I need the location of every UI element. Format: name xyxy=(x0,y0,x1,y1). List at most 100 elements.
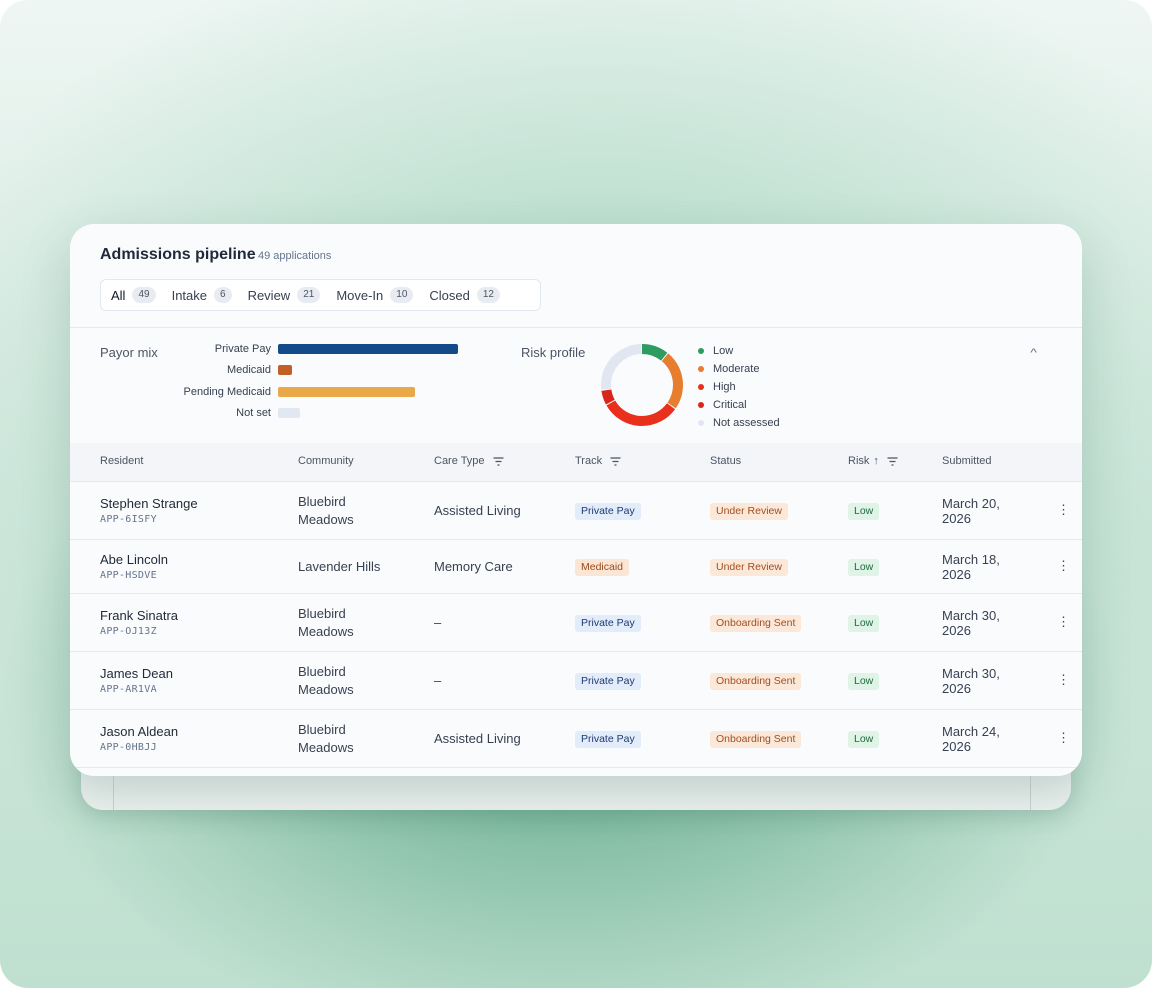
status-badge: Onboarding Sent xyxy=(710,614,802,632)
payor-bar-row: Not set xyxy=(170,407,300,419)
status-badge: Under Review xyxy=(710,502,788,520)
table-row[interactable]: Jason Aldean APP-0HBJJ Bluebird Meadows Assi… xyxy=(70,710,1082,767)
risk-cell: Low xyxy=(848,730,880,748)
community-name-cont: Meadows xyxy=(298,511,354,527)
payor-bar-row: Pending Medicaid xyxy=(170,386,415,398)
resident-name: James Dean xyxy=(100,665,173,681)
more-vertical-icon[interactable]: ⋮ xyxy=(1057,558,1070,574)
col-care-type: Care Type xyxy=(434,455,504,467)
legend-dot xyxy=(698,348,704,354)
filter-icon[interactable] xyxy=(887,456,898,466)
tab-review[interactable]: Review 21 xyxy=(248,287,321,303)
risk-cell: Low xyxy=(848,672,880,690)
risk-badge: Low xyxy=(848,558,880,576)
resident-cell: Stephen Strange APP-6ISFY xyxy=(100,496,198,525)
sort-asc-icon[interactable]: ↑ xyxy=(873,455,879,467)
table-header: Resident Community Care Type Track Statu… xyxy=(70,443,1082,481)
legend-label: Moderate xyxy=(713,363,760,375)
tab-all[interactable]: All 49 xyxy=(111,287,156,303)
more-vertical-icon[interactable]: ⋮ xyxy=(1057,730,1070,746)
tab-move-in[interactable]: Move-In 10 xyxy=(336,287,414,303)
date-year: 2026 xyxy=(942,622,971,638)
section-divider xyxy=(70,327,1082,328)
submitted-date: March 30, 2026 xyxy=(942,608,1000,638)
track-cell: Private Pay xyxy=(575,502,641,520)
application-id: APP-0HBJJ xyxy=(100,741,157,753)
risk-cell: Low xyxy=(848,614,880,632)
status-cell: Under Review xyxy=(710,558,788,576)
risk-badge: Low xyxy=(848,502,880,520)
risk-badge: Low xyxy=(848,730,880,748)
legend-item: Moderate xyxy=(698,360,780,378)
payor-bar-row: Medicaid xyxy=(170,364,292,376)
track-badge: Private Pay xyxy=(575,672,641,690)
filter-icon[interactable] xyxy=(610,456,621,466)
resident-cell: Frank Sinatra APP-OJ13Z xyxy=(100,608,178,637)
chevron-up-icon[interactable]: ^ xyxy=(1030,347,1037,359)
more-vertical-icon[interactable]: ⋮ xyxy=(1057,614,1070,630)
tab-label: Intake xyxy=(171,287,207,303)
date-year: 2026 xyxy=(942,738,971,754)
resident-cell: Jason Aldean APP-0HBJJ xyxy=(100,724,178,753)
legend-label: Not assessed xyxy=(713,417,780,429)
page-title: Admissions pipeline xyxy=(100,246,256,263)
tab-count-badge: 12 xyxy=(476,287,500,303)
payor-bar-label: Not set xyxy=(236,407,271,419)
tab-label: All xyxy=(111,287,126,303)
risk-cell: Low xyxy=(848,502,880,520)
status-badge: Under Review xyxy=(710,558,788,576)
tab-count-badge: 10 xyxy=(390,287,414,303)
community-name: Bluebird xyxy=(298,721,346,737)
date-line: March 30, xyxy=(942,607,1000,623)
application-id: APP-6ISFY xyxy=(100,513,157,525)
date-line: March 18, xyxy=(942,551,1000,567)
tab-label: Closed xyxy=(429,287,470,303)
community-cell: Bluebird Meadows xyxy=(298,721,354,757)
care-type: Assisted Living xyxy=(434,730,521,746)
col-status: Status xyxy=(710,455,742,467)
row-divider xyxy=(70,767,1082,768)
table-row[interactable]: Stephen Strange APP-6ISFY Bluebird Meadows A… xyxy=(70,482,1082,539)
risk-cell: Low xyxy=(848,558,880,576)
payor-mix-title: Payor mix xyxy=(100,345,158,360)
col-community: Community xyxy=(298,455,354,467)
status-tabs: All 49 Intake 6 Review 21 Move-In 10 Clo… xyxy=(100,279,541,311)
payor-bar-row: Private Pay xyxy=(170,343,458,355)
care-type: – xyxy=(434,672,442,688)
col-risk: Risk ↑ xyxy=(848,455,898,467)
community-cell: Lavender Hills xyxy=(298,558,380,576)
table-row[interactable]: James Dean APP-AR1VA Bluebird Meadows – Priva… xyxy=(70,652,1082,709)
more-vertical-icon[interactable]: ⋮ xyxy=(1057,672,1070,688)
table-row[interactable]: Frank Sinatra APP-OJ13Z Bluebird Meadows – Pr… xyxy=(70,594,1082,651)
col-track: Track xyxy=(575,455,621,467)
payor-bar-label: Pending Medicaid xyxy=(183,386,271,398)
more-vertical-icon[interactable]: ⋮ xyxy=(1057,502,1070,518)
community-cell: Bluebird Meadows xyxy=(298,663,354,699)
resident-name: Frank Sinatra xyxy=(100,607,179,623)
date-year: 2026 xyxy=(942,510,971,526)
track-cell: Private Pay xyxy=(575,672,641,690)
tab-intake[interactable]: Intake 6 xyxy=(172,287,232,303)
community-name: Bluebird xyxy=(298,605,346,621)
submitted-date: March 18, 2026 xyxy=(942,552,1000,582)
tab-count-badge: 49 xyxy=(132,287,156,303)
resident-cell: James Dean APP-AR1VA xyxy=(100,666,173,695)
table-row[interactable]: Abe Lincoln APP-HSDVE Lavender Hills Memory… xyxy=(70,540,1082,593)
filter-icon[interactable] xyxy=(493,456,504,466)
legend-label: High xyxy=(713,381,736,393)
track-badge: Private Pay xyxy=(575,502,641,520)
tab-label: Move-In xyxy=(336,287,384,303)
care-type: Assisted Living xyxy=(434,502,521,518)
track-cell: Private Pay xyxy=(575,614,641,632)
submitted-date: March 30, 2026 xyxy=(942,666,1000,696)
community-name: Bluebird xyxy=(298,663,346,679)
legend-item: Critical xyxy=(698,396,780,414)
col-submitted: Submitted xyxy=(942,455,992,467)
status-badge: Onboarding Sent xyxy=(710,672,802,690)
tab-closed[interactable]: Closed 12 xyxy=(429,287,500,303)
payor-bar xyxy=(278,387,415,397)
submitted-date: March 20, 2026 xyxy=(942,496,1000,526)
track-badge: Medicaid xyxy=(575,558,630,576)
legend-item: Low xyxy=(698,342,780,360)
application-id: APP-OJ13Z xyxy=(100,625,157,637)
